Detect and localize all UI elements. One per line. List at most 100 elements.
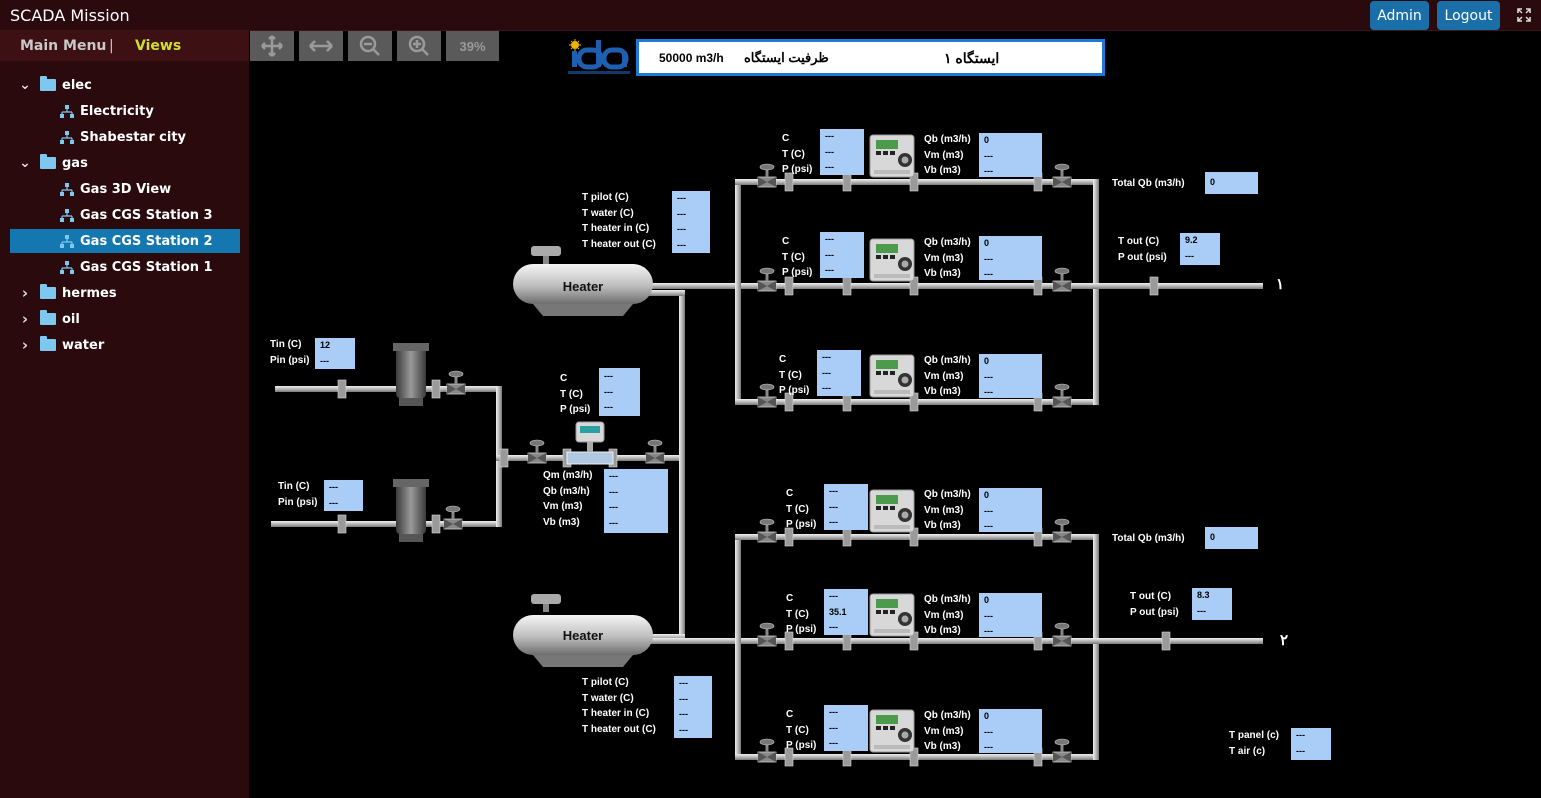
run-4-flow-values: 0 --- ---: [979, 488, 1042, 532]
chevron-right-icon[interactable]: ›: [18, 336, 32, 354]
main-meter-flow-values: --- --- --- ---: [604, 469, 668, 533]
chevron-down-icon[interactable]: ⌄: [18, 155, 32, 171]
chevron-right-icon[interactable]: ›: [18, 284, 32, 302]
c-value: ---: [604, 371, 613, 381]
p-label: P (psi): [782, 267, 813, 278]
t-label: T (C): [779, 369, 802, 381]
sitemap-icon: [60, 260, 74, 274]
tree-item-shabestar-city[interactable]: Shabestar city: [10, 125, 240, 149]
inlet-2-labels: Tin (C) Pin (psi): [278, 479, 317, 510]
c-value: ---: [829, 707, 838, 717]
sitemap-icon: [60, 130, 74, 144]
gas-meter-5: [869, 593, 915, 637]
vm-label: Vm (m3): [924, 149, 964, 161]
vb-label: Vb (m3): [924, 165, 961, 176]
sidebar: Main Menu | Views ⌄ elec Electricity Shabes…: [0, 31, 249, 798]
inlet-2-values: --- ---: [324, 480, 363, 511]
run-3-ctp-labels: C T (C) P (psi): [779, 352, 809, 399]
tree-item-label: Gas CGS Station 2: [80, 233, 213, 249]
run-6-flow-labels: Qb (m3/h) Vm (m3) Vb (m3): [924, 708, 971, 755]
run-3-ctp-values: --- --- ---: [817, 350, 861, 396]
heater-1-readout-labels: T pilot (C) T water (C) T heater in (C) …: [582, 190, 656, 252]
tree-item-gas-3d-view[interactable]: Gas 3D View: [10, 177, 240, 201]
vb-value: ---: [984, 387, 993, 397]
tree-item-gas-cgs-station-2[interactable]: Gas CGS Station 2: [10, 229, 240, 253]
main-menu-link[interactable]: Main Menu: [20, 38, 106, 54]
vb-value: ---: [984, 521, 993, 531]
t-value: ---: [604, 386, 613, 397]
tout-label: T out (C): [1130, 591, 1172, 602]
outlet-2-values: 8.3 ---: [1192, 588, 1232, 620]
piping-diagram: [271, 134, 1263, 767]
p-label: P (psi): [786, 624, 817, 635]
c-value: ---: [825, 234, 834, 244]
tree-item-elec[interactable]: ⌄ elec: [18, 73, 238, 97]
t-pilot-value: ---: [679, 678, 688, 688]
views-link[interactable]: Views: [135, 38, 181, 54]
t-heater-in-value: ---: [677, 224, 686, 234]
tree-item-label: water: [62, 337, 105, 353]
menu-separator: |: [109, 38, 114, 54]
run-2-ctp-labels: C T (C) P (psi): [782, 234, 812, 281]
sitemap-icon: [60, 104, 74, 118]
total-qb-2-label: Total Qb (m3/h): [1112, 533, 1185, 544]
t-water-value: ---: [679, 693, 688, 704]
t-value: ---: [829, 501, 838, 512]
run-1-flow-values: 0 --- ---: [979, 133, 1042, 177]
main-meter-flow-labels: Qm (m3/h) Qb (m3/h) Vm (m3) Vb (m3): [543, 468, 592, 530]
chevron-right-icon[interactable]: ›: [18, 310, 32, 328]
run-4-ctp-labels: C T (C) P (psi): [786, 486, 816, 533]
tree-item-hermes[interactable]: › hermes: [18, 281, 238, 305]
p-value: ---: [829, 622, 838, 632]
tree-item-electricity[interactable]: Electricity: [10, 99, 240, 123]
vm-value: ---: [984, 150, 993, 161]
folder-icon: [40, 310, 56, 325]
panel-labels: T panel (c) T air (c): [1229, 728, 1279, 759]
tree-item-gas[interactable]: ⌄ gas: [18, 151, 238, 175]
t-heater-out-label: T heater out (C): [582, 723, 656, 735]
logout-button[interactable]: Logout: [1437, 1, 1500, 30]
fullscreen-icon[interactable]: [1517, 8, 1531, 22]
qb-label: Qb (m3/h): [924, 489, 971, 500]
gas-meter-6: [869, 709, 915, 753]
folder-icon: [40, 336, 56, 351]
admin-button[interactable]: Admin: [1370, 1, 1429, 30]
vb-label: Vb (m3): [924, 268, 961, 279]
gas-meter-4: [869, 489, 915, 533]
scada-canvas: Heater Heater Tin (C) Pin (psi) 12 --- T…: [249, 31, 1541, 798]
outlet-2-number: ۲: [1280, 632, 1289, 649]
pin-label: Pin (psi): [270, 354, 310, 366]
tree-item-water[interactable]: › water: [18, 333, 238, 357]
chevron-down-icon[interactable]: ⌄: [18, 77, 32, 93]
t-panel-value: ---: [1296, 730, 1305, 740]
t-water-value: ---: [677, 208, 686, 219]
vb-value: ---: [609, 517, 618, 528]
p-value: ---: [825, 265, 834, 275]
run-2-flow-labels: Qb (m3/h) Vm (m3) Vb (m3): [924, 235, 971, 282]
qb-label: Qb (m3/h): [924, 594, 971, 605]
tree-item-gas-cgs-station-1[interactable]: Gas CGS Station 1: [10, 255, 240, 279]
t-value: 35.1: [829, 606, 847, 617]
c-label: C: [786, 488, 794, 499]
p-label: P (psi): [560, 404, 591, 415]
p-label: P (psi): [786, 519, 817, 530]
vm-value: ---: [984, 253, 993, 264]
run-5-ctp-values: --- 35.1 ---: [824, 589, 868, 635]
sitemap-icon: [60, 234, 74, 248]
tin-value: 12: [320, 340, 331, 350]
vm-label: Vm (m3): [543, 501, 583, 512]
tree-item-label: gas: [62, 155, 88, 171]
pout-label: P out (psi): [1118, 251, 1167, 263]
outlet-1-labels: T out (C) P out (psi): [1118, 234, 1167, 265]
tree-item-gas-cgs-station-3[interactable]: Gas CGS Station 3: [10, 203, 240, 227]
outlet-1-values: 9.2 ---: [1180, 233, 1220, 265]
run-5-flow-values: 0 --- ---: [979, 593, 1042, 637]
qb-value: 0: [984, 711, 990, 721]
c-label: C: [560, 373, 568, 384]
c-value: ---: [825, 131, 834, 141]
t-heater-in-label: T heater in (C): [582, 708, 650, 719]
vm-label: Vm (m3): [924, 370, 964, 382]
qb-value: 0: [984, 595, 990, 605]
tree-item-oil[interactable]: › oil: [18, 307, 238, 331]
inlet-1-values: 12 ---: [315, 338, 355, 369]
